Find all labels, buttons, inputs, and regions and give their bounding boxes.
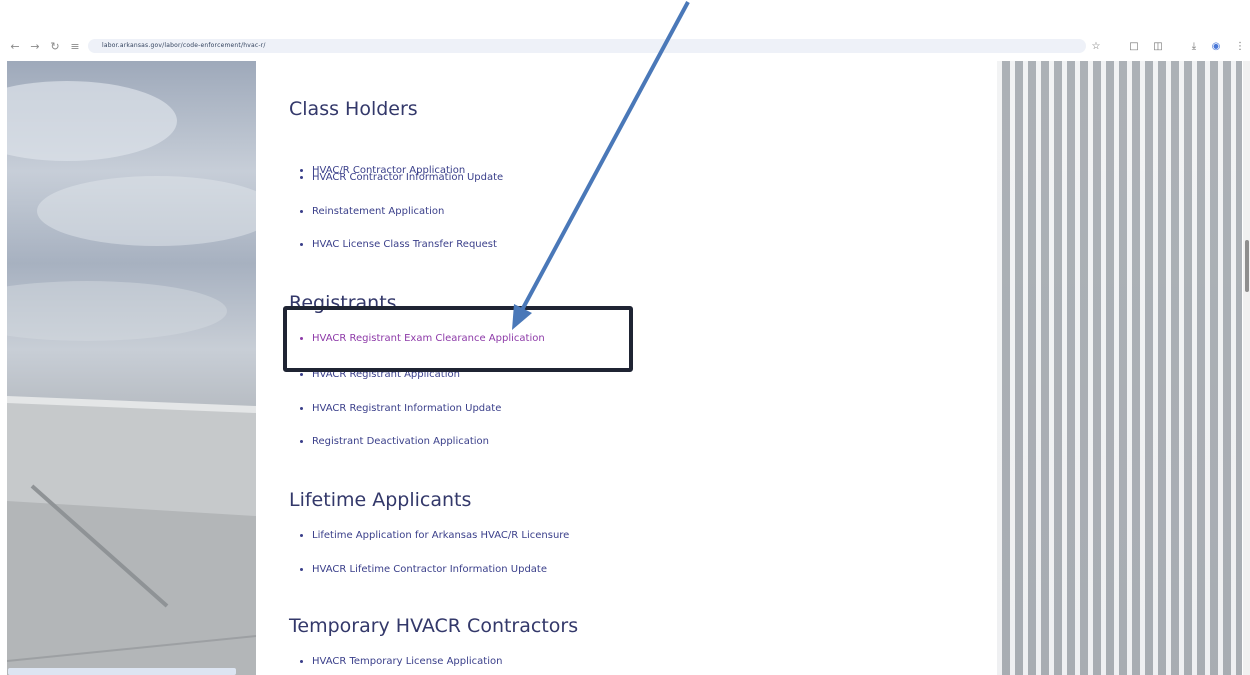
forward-icon[interactable]: →: [28, 35, 42, 57]
background-photo-left: [7, 61, 256, 675]
bullet-icon: [300, 440, 303, 443]
site-info-icon[interactable]: ≡: [68, 35, 82, 57]
background-photo-right: [997, 61, 1242, 675]
heading-temporary-contractors: Temporary HVACR Contractors: [289, 615, 579, 637]
profile-icon[interactable]: ◉: [1208, 35, 1224, 57]
link-temporary-license-application[interactable]: HVACR Temporary License Application: [300, 656, 502, 667]
status-bar-link-preview: [8, 668, 236, 675]
bullet-icon: [300, 660, 303, 663]
heading-class-holders: Class Holders: [289, 98, 418, 120]
bullet-icon: [300, 407, 303, 410]
link-lifetime-application[interactable]: Lifetime Application for Arkansas HVAC/R…: [300, 530, 569, 541]
link-registrant-info-update[interactable]: HVACR Registrant Information Update: [300, 403, 501, 414]
bullet-icon: [300, 373, 303, 376]
annotation-highlight-box: [283, 306, 633, 372]
address-bar[interactable]: labor.arkansas.gov/labor/code-enforcemen…: [88, 39, 1086, 53]
browser-toolbar: ← → ↻ ≡ labor.arkansas.gov/labor/code-en…: [0, 35, 1250, 57]
download-icon[interactable]: ⤓: [1186, 35, 1202, 57]
bullet-icon: [300, 210, 303, 213]
scrollbar-thumb[interactable]: [1245, 240, 1249, 292]
link-reinstatement-application[interactable]: Reinstatement Application: [300, 206, 444, 217]
bullet-icon: [300, 534, 303, 537]
link-hvac-license-class-transfer[interactable]: HVAC License Class Transfer Request: [300, 239, 497, 250]
heading-lifetime-applicants: Lifetime Applicants: [289, 489, 472, 511]
link-lifetime-contractor-info-update[interactable]: HVACR Lifetime Contractor Information Up…: [300, 564, 547, 575]
bullet-icon: [300, 568, 303, 571]
extensions-icon[interactable]: □: [1126, 35, 1142, 57]
reload-icon[interactable]: ↻: [48, 35, 62, 57]
link-registrant-deactivation[interactable]: Registrant Deactivation Application: [300, 436, 489, 447]
address-bar-url[interactable]: labor.arkansas.gov/labor/code-enforcemen…: [102, 39, 266, 53]
link-hvacr-contractor-info-update[interactable]: HVACR Contractor Information Update: [300, 172, 503, 183]
menu-icon[interactable]: ⋮: [1232, 35, 1248, 57]
back-icon[interactable]: ←: [8, 35, 22, 57]
bullet-icon: [300, 243, 303, 246]
bullet-icon: [300, 176, 303, 179]
side-panel-icon[interactable]: ◫: [1150, 35, 1166, 57]
page-scrollbar[interactable]: [1243, 61, 1250, 675]
bookmark-star-icon[interactable]: ☆: [1088, 35, 1104, 57]
